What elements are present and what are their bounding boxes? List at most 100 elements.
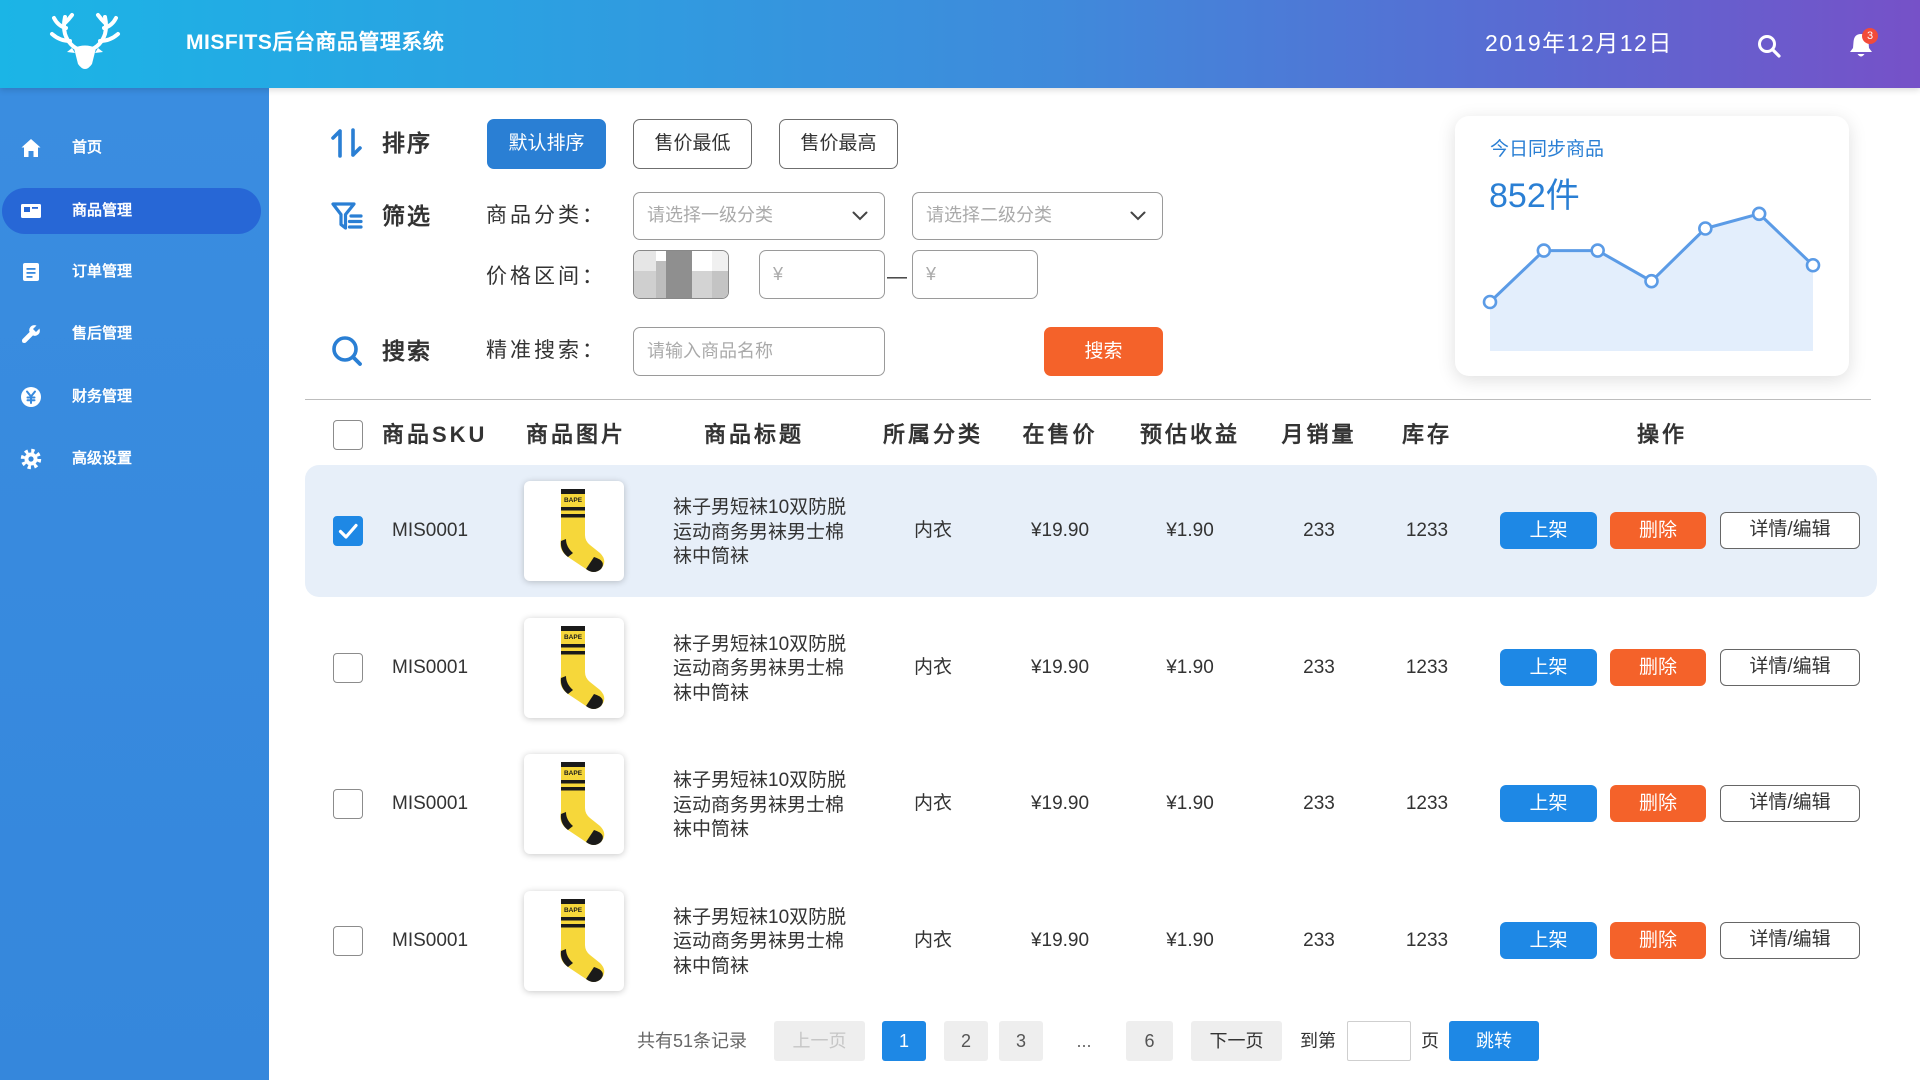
goto-page-input[interactable] bbox=[1347, 1021, 1411, 1061]
prev-page-button[interactable]: 上一页 bbox=[774, 1021, 865, 1061]
current-date: 2019年12月12日 bbox=[1485, 30, 1673, 56]
product-thumbnail: BAPE bbox=[524, 890, 624, 991]
shelve-button[interactable]: 上架 bbox=[1500, 785, 1597, 822]
product-title-line: 运动商务男袜男士棉 bbox=[673, 931, 845, 952]
header-actions: 操作 bbox=[1636, 422, 1687, 447]
price-cell: ¥19.90 bbox=[1030, 656, 1090, 678]
magnifier-icon bbox=[330, 334, 364, 368]
page-button[interactable]: 2 bbox=[944, 1021, 988, 1061]
category-cell: 内衣 bbox=[913, 656, 952, 678]
sku-cell: MIS0001 bbox=[392, 929, 469, 951]
sidebar-item-products[interactable]: 商品管理 bbox=[2, 188, 261, 234]
category-level1-select[interactable]: 请选择一级分类 bbox=[633, 192, 885, 240]
select-placeholder: 请选择二级分类 bbox=[926, 205, 1052, 225]
exact-search-label: 精准搜索： bbox=[486, 339, 606, 362]
table-row: MIS0001 BAPE 袜子男短袜10双防脱 运动商务男袜男士棉 袜中筒袜 内衣 ¥19.… bbox=[305, 465, 1877, 597]
gear-icon bbox=[19, 447, 43, 471]
product-thumbnail: BAPE bbox=[524, 617, 624, 718]
product-title-line: 袜子男短袜10双防脱 bbox=[673, 497, 847, 518]
category-level2-select[interactable]: 请选择二级分类 bbox=[912, 192, 1163, 240]
deer-antler-logo-icon[interactable] bbox=[45, 12, 125, 76]
goto-label: 到第 bbox=[1300, 1031, 1336, 1051]
sock-logo-text: BAPE bbox=[564, 634, 583, 641]
edit-details-button[interactable]: 详情/编辑 bbox=[1720, 648, 1860, 686]
chevron-down-icon bbox=[852, 211, 868, 221]
delete-button[interactable]: 删除 bbox=[1610, 921, 1706, 959]
price-min-input[interactable] bbox=[759, 250, 885, 299]
product-title-line: 袜中筒袜 bbox=[673, 955, 750, 977]
product-title-line: 运动商务男袜男士棉 bbox=[673, 658, 845, 679]
product-icon bbox=[19, 199, 43, 223]
product-thumbnail: BAPE bbox=[524, 754, 624, 854]
page-button[interactable]: 3 bbox=[999, 1021, 1043, 1061]
price-max-input[interactable] bbox=[912, 250, 1038, 299]
sock-image: BAPE bbox=[560, 489, 605, 572]
page-button-current[interactable]: 1 bbox=[882, 1021, 926, 1061]
search-icon[interactable] bbox=[1756, 33, 1782, 59]
product-title-line: 袜子男短袜10双防脱 bbox=[673, 633, 847, 655]
sort-price-high-button[interactable]: 售价最高 bbox=[779, 119, 898, 169]
monthly-sales-cell: 233 bbox=[1303, 793, 1335, 814]
product-name-search-input[interactable] bbox=[633, 327, 885, 376]
today-synced-card: 今日同步商品 852件 bbox=[1455, 116, 1849, 376]
row-checkbox[interactable] bbox=[333, 652, 363, 683]
shelve-button[interactable]: 上架 bbox=[1500, 648, 1597, 686]
sidebar-item-advanced-settings[interactable]: 高级设置 bbox=[2, 436, 261, 482]
profit-cell: ¥1.90 bbox=[1166, 520, 1214, 541]
card-value: 852件 bbox=[1489, 177, 1580, 215]
row-checkbox[interactable] bbox=[333, 516, 363, 546]
delete-button[interactable]: 删除 bbox=[1610, 648, 1706, 686]
sidebar-item-label: 高级设置 bbox=[72, 450, 133, 467]
jump-button[interactable]: 跳转 bbox=[1449, 1021, 1539, 1061]
edit-details-button[interactable]: 详情/编辑 bbox=[1720, 921, 1860, 959]
checkmark-icon bbox=[338, 523, 358, 539]
select-all-checkbox[interactable] bbox=[333, 420, 363, 450]
delete-button[interactable]: 删除 bbox=[1610, 512, 1706, 549]
sort-default-button[interactable]: 默认排序 bbox=[487, 119, 606, 169]
row-checkbox[interactable] bbox=[333, 789, 363, 819]
sort-label: 排序 bbox=[382, 130, 432, 156]
delete-button[interactable]: 删除 bbox=[1610, 785, 1706, 822]
edit-details-button[interactable]: 详情/编辑 bbox=[1720, 512, 1860, 549]
category-cell: 内衣 bbox=[913, 520, 952, 541]
product-title-line: 运动商务男袜男士棉 bbox=[673, 521, 845, 543]
sock-logo-text: BAPE bbox=[564, 770, 583, 777]
table-row: MIS0001 BAPE 袜子男短袜10双防脱 运动商务男袜男士棉 袜中筒袜 内衣 ¥19.… bbox=[305, 738, 1877, 870]
sidebar-item-finance[interactable]: 财务管理 bbox=[2, 374, 261, 420]
yen-icon bbox=[19, 385, 43, 409]
table-row: MIS0001 BAPE 袜子男短袜10双防脱 运动商务男袜男士棉 袜中筒袜 内衣 ¥19.… bbox=[305, 875, 1877, 1007]
chart-data-point bbox=[1698, 221, 1713, 236]
sock-image: BAPE bbox=[560, 625, 605, 709]
product-title: 袜子男短袜10双防脱 运动商务男袜男士棉 袜中筒袜 bbox=[673, 769, 846, 843]
page-button[interactable]: 6 bbox=[1126, 1021, 1173, 1061]
product-title-line: 袜子男短袜10双防脱 bbox=[673, 770, 847, 791]
bell-icon[interactable]: 3 bbox=[1847, 28, 1878, 59]
sidebar-item-after-sales[interactable]: 售后管理 bbox=[2, 311, 261, 357]
chart-data-point bbox=[1536, 243, 1552, 258]
sock-logo-text: BAPE bbox=[564, 907, 583, 914]
shelve-button[interactable]: 上架 bbox=[1500, 921, 1597, 959]
monthly-sales-cell: 233 bbox=[1303, 656, 1335, 678]
header-image: 商品图片 bbox=[525, 422, 626, 447]
sort-price-low-button[interactable]: 售价最低 bbox=[633, 119, 752, 169]
sidebar-item-label: 财务管理 bbox=[72, 388, 133, 405]
chart-data-point bbox=[1751, 206, 1767, 222]
table-row: MIS0001 BAPE 袜子男短袜10双防脱 运动商务男袜男士棉 袜中筒袜 内衣 ¥19.… bbox=[305, 602, 1877, 734]
edit-details-button[interactable]: 详情/编辑 bbox=[1720, 785, 1860, 822]
search-button[interactable]: 搜索 bbox=[1044, 327, 1163, 376]
sidebar-item-orders[interactable]: 订单管理 bbox=[2, 249, 261, 295]
home-icon bbox=[19, 136, 43, 160]
stock-cell: 1233 bbox=[1405, 656, 1449, 678]
profit-cell: ¥1.90 bbox=[1166, 656, 1214, 678]
stock-cell: 1233 bbox=[1405, 793, 1449, 814]
row-checkbox[interactable] bbox=[333, 925, 363, 956]
sidebar-item-home[interactable]: 首页 bbox=[2, 125, 261, 171]
shelve-button[interactable]: 上架 bbox=[1500, 512, 1597, 549]
next-page-button[interactable]: 下一页 bbox=[1191, 1021, 1282, 1061]
chart-data-point bbox=[1590, 243, 1605, 258]
price-range-label: 价格区间： bbox=[486, 265, 606, 288]
price-range-swatch[interactable] bbox=[633, 250, 729, 299]
notification-badge: 3 bbox=[1862, 28, 1878, 44]
sidebar-item-label: 商品管理 bbox=[72, 202, 133, 219]
category-cell: 内衣 bbox=[913, 793, 952, 814]
